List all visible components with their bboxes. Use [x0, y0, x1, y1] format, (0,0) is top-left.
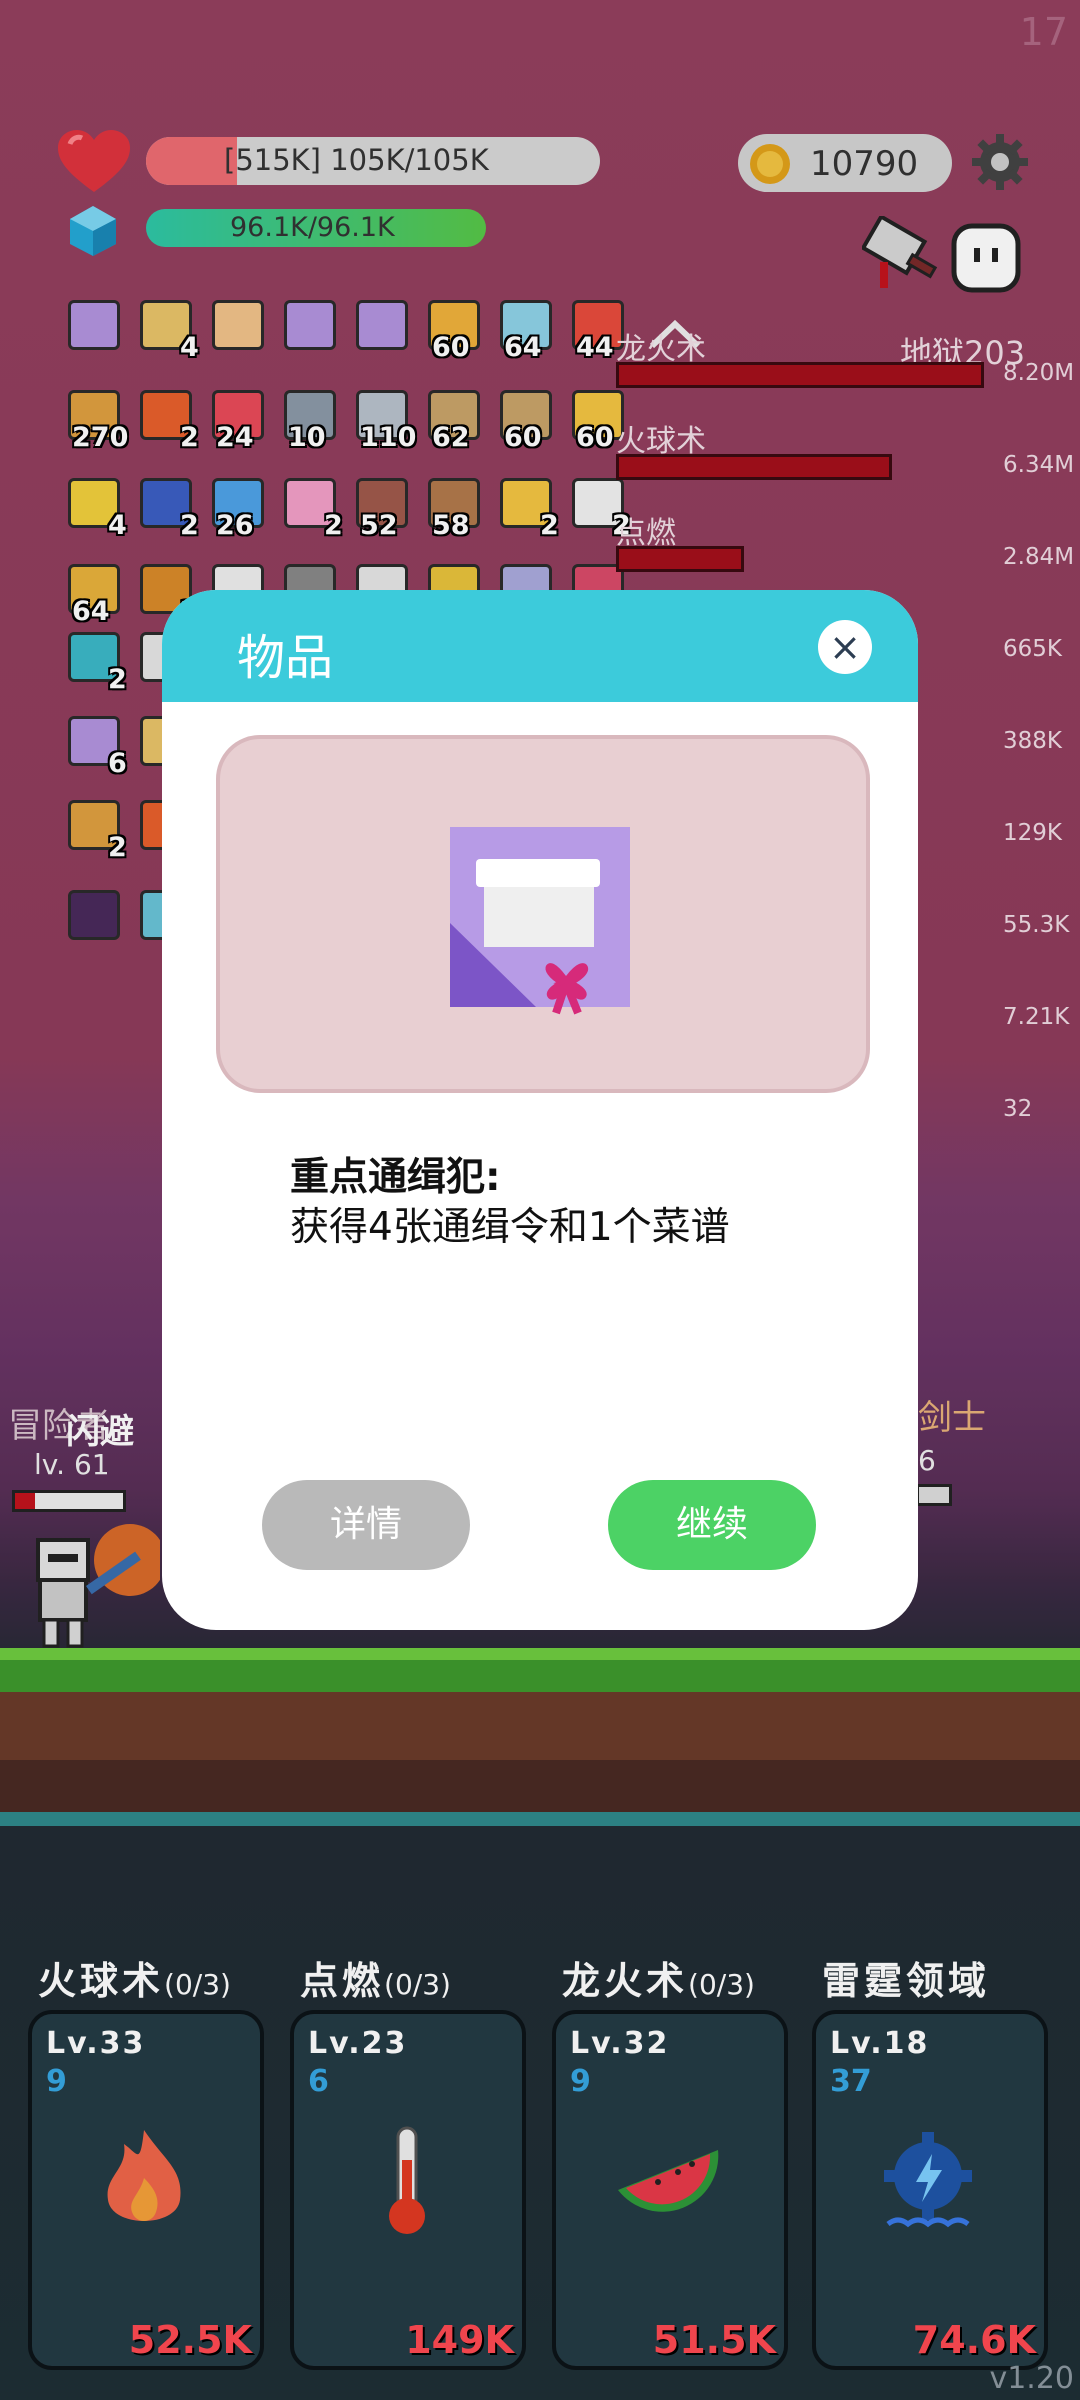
item-name: 重点通缉犯:	[290, 1155, 501, 1200]
continue-button[interactable]: 继续	[608, 1480, 816, 1570]
wanted-poster-gift-icon	[450, 827, 630, 1015]
item-preview	[216, 735, 870, 1093]
dialog-title: 物品	[237, 630, 334, 686]
item-dialog: 物品 × 重点通缉犯: 获得4张通缉令和1个菜谱 详情 继续	[162, 590, 918, 1630]
dialog-header: 物品 ×	[162, 590, 918, 702]
item-description: 获得4张通缉令和1个菜谱	[290, 1205, 730, 1250]
close-button[interactable]: ×	[818, 620, 872, 674]
details-button[interactable]: 详情	[262, 1480, 470, 1570]
